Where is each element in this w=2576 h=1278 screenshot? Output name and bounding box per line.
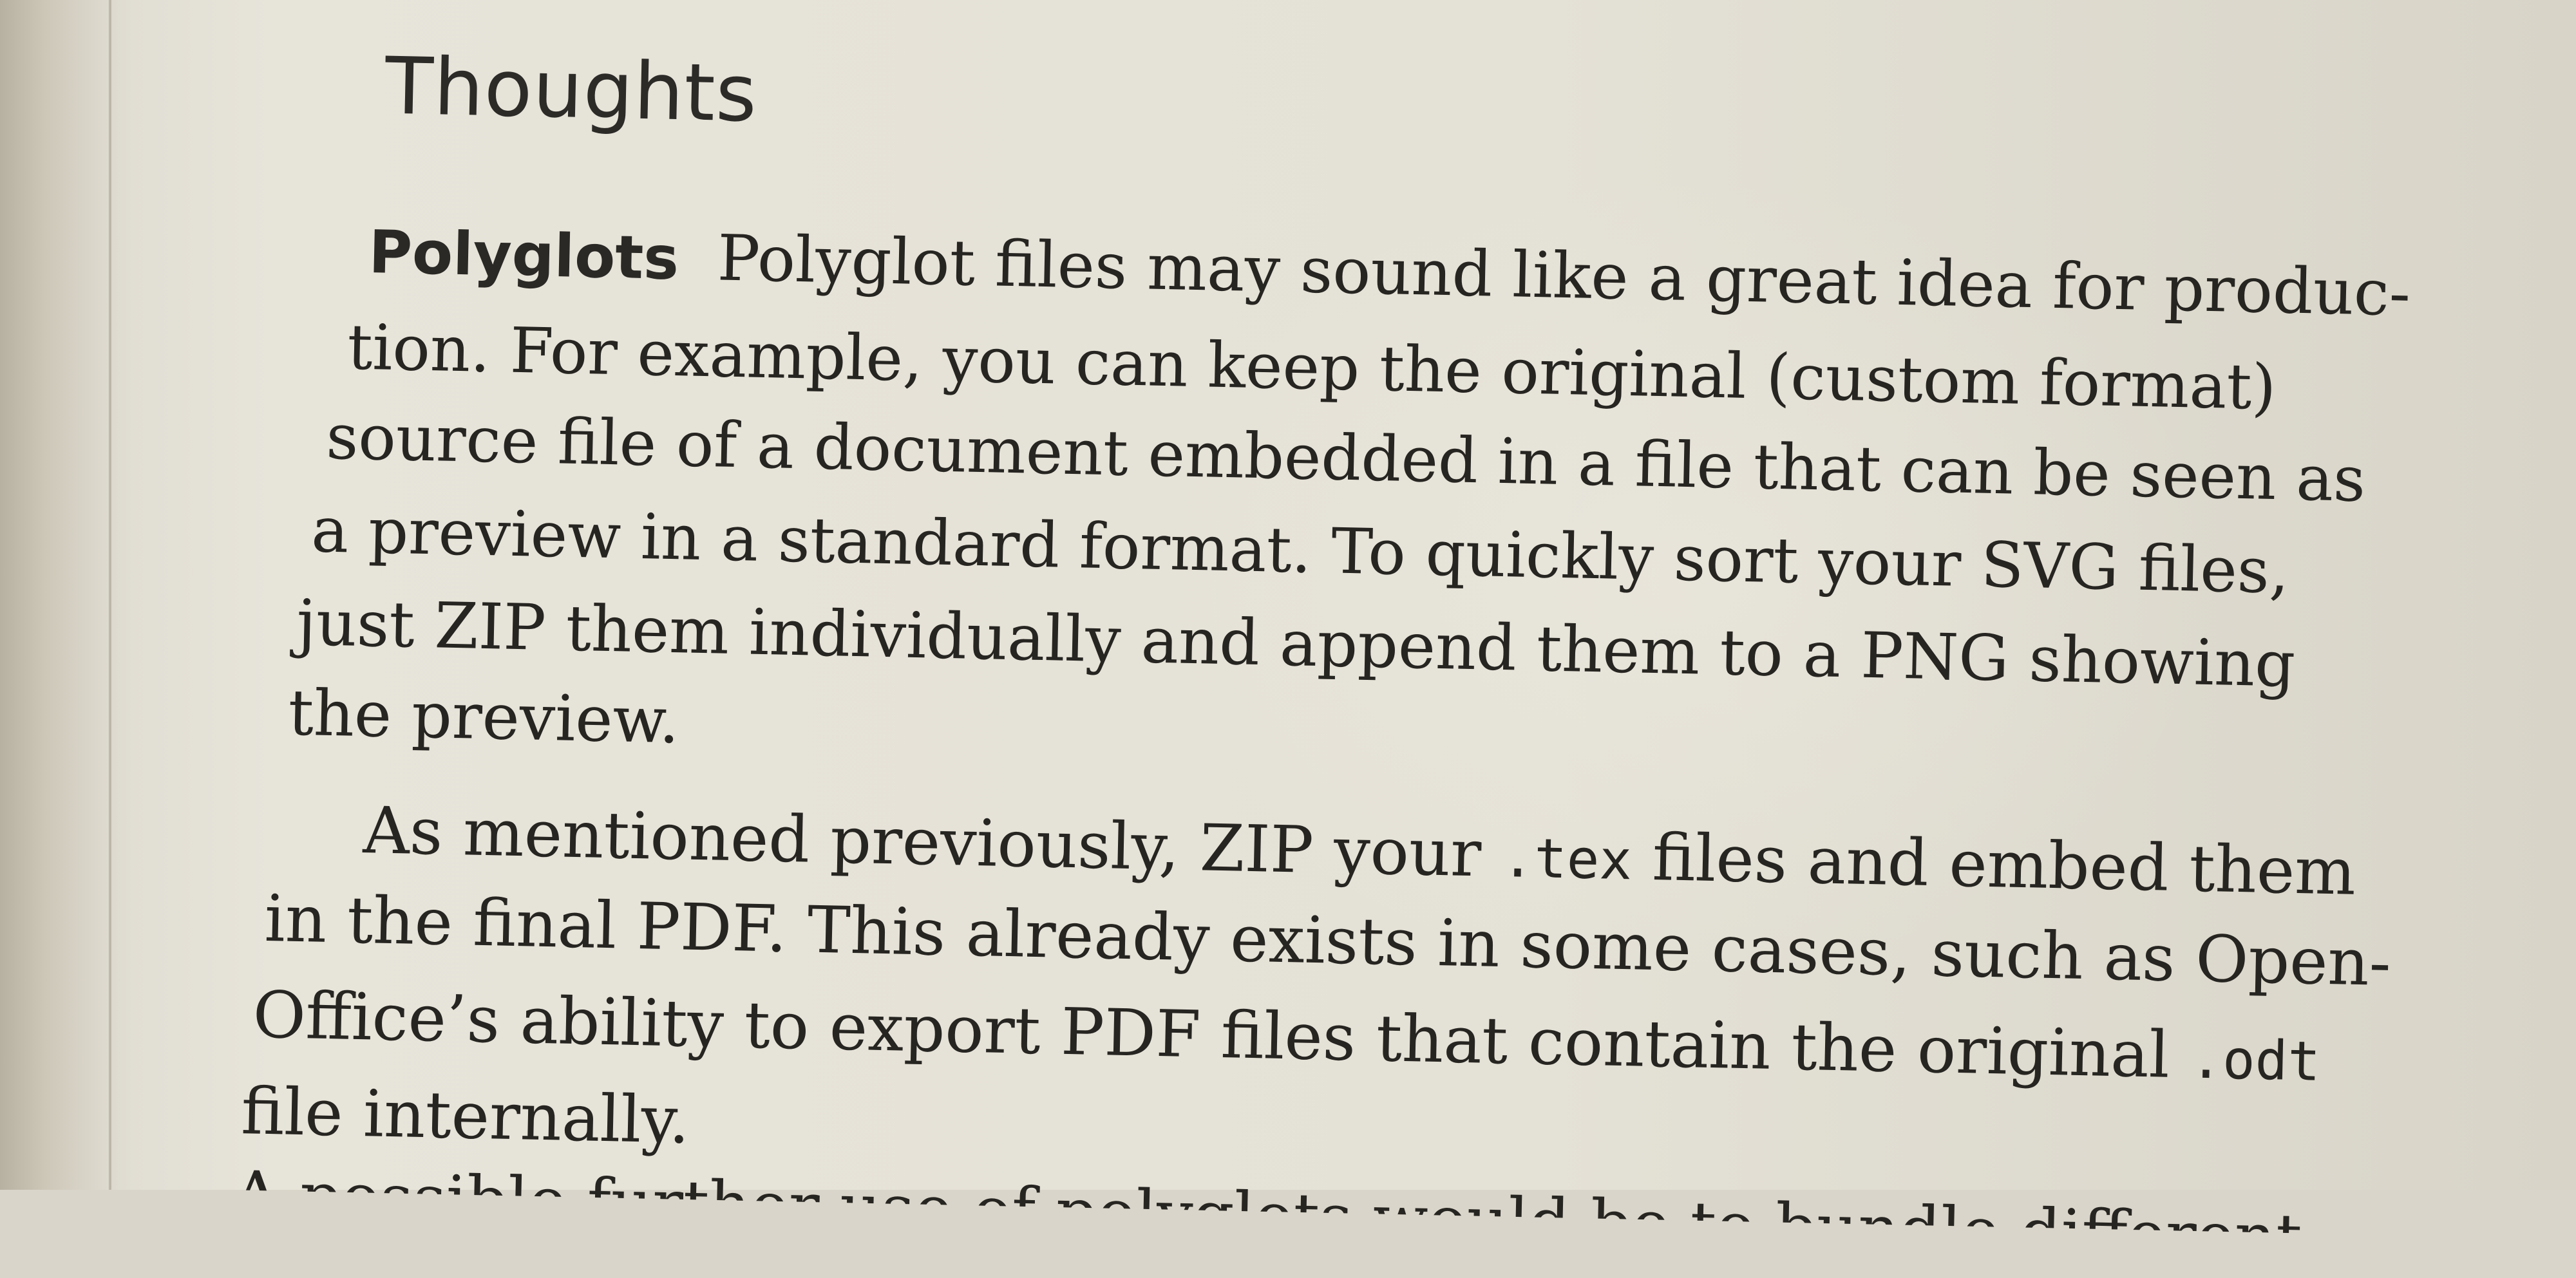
code-tex: .tex [1501,826,1633,892]
book-spine-shadow [0,0,135,1190]
paragraph-1-line-6: the preview. [287,676,681,758]
paragraph-1-line-3: source file of a document embedded in a … [325,400,2367,516]
paragraph-1-line-2: tion. For example, you can keep the orig… [346,310,2277,424]
partial-cut-off-line: A possible further use of polyglots woul… [232,1156,2303,1276]
paragraph-1-line-5: just ZIP them individually and append th… [296,586,2297,702]
page-text-block: Thoughts Polyglots Polyglot files may sou… [309,26,2434,70]
paragraph-2-line-4: file internally. [240,1073,690,1158]
book-page: Thoughts Polyglots Polyglot files may sou… [0,0,2576,1190]
book-gutter-line [108,0,112,1190]
paragraph-1-line-1-text: Polyglot files may sound like a great id… [716,221,2412,331]
paragraph-2-line-3-text: Office’s ability to export PDF files tha… [252,977,2191,1093]
section-heading: Thoughts [384,40,759,140]
paragraph-2-line-1-text-a: As mentioned previously, ZIP your [362,793,1503,892]
code-odt: .odt [2189,1027,2321,1093]
paragraph-1-line-4: a preview in a standard format. To quick… [310,493,2290,608]
run-in-heading: Polyglots [368,218,680,294]
paragraph-2-line-3: Office’s ability to export PDF files tha… [252,977,2321,1093]
paragraph-2-line-1-text-b: files and embed them [1631,819,2357,910]
paragraph-1-line-1: Polyglots Polyglot files may sound like a… [368,218,2412,330]
